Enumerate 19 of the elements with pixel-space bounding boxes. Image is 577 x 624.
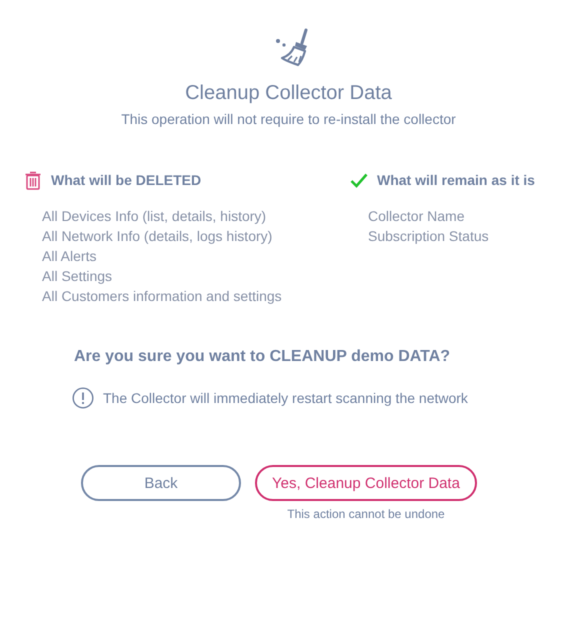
checkmark-icon: [350, 172, 368, 188]
list-item: All Settings: [42, 267, 114, 286]
list-item: Subscription Status: [368, 227, 490, 246]
trash-icon: [24, 170, 42, 190]
dialog-title: Cleanup Collector Data: [185, 82, 392, 105]
button-note: This action cannot be undone: [287, 507, 445, 521]
list-item: Collector Name: [368, 207, 466, 226]
list-item: All Alerts: [42, 247, 98, 266]
list-item: All Customers information and settings: [42, 287, 283, 306]
confirm-button[interactable]: Yes, Cleanup Collector Data: [255, 465, 477, 501]
list-item: All Devices Info (list, details, history): [42, 207, 268, 226]
info-icon: [72, 387, 94, 409]
dialog-subtitle: This operation will not require to re-install the collector: [121, 111, 456, 127]
section-heading: What will remain as it is: [377, 172, 535, 188]
list-item: All Network Info (details, logs history): [42, 227, 274, 246]
confirmation-question: Are you sure you want to CLEANUP demo DATA?: [74, 348, 452, 366]
warning-text: The Collector will immediately restart scanning the network: [103, 390, 468, 406]
section-heading: What will be DELETED: [51, 172, 202, 188]
back-button[interactable]: Back: [81, 465, 241, 501]
